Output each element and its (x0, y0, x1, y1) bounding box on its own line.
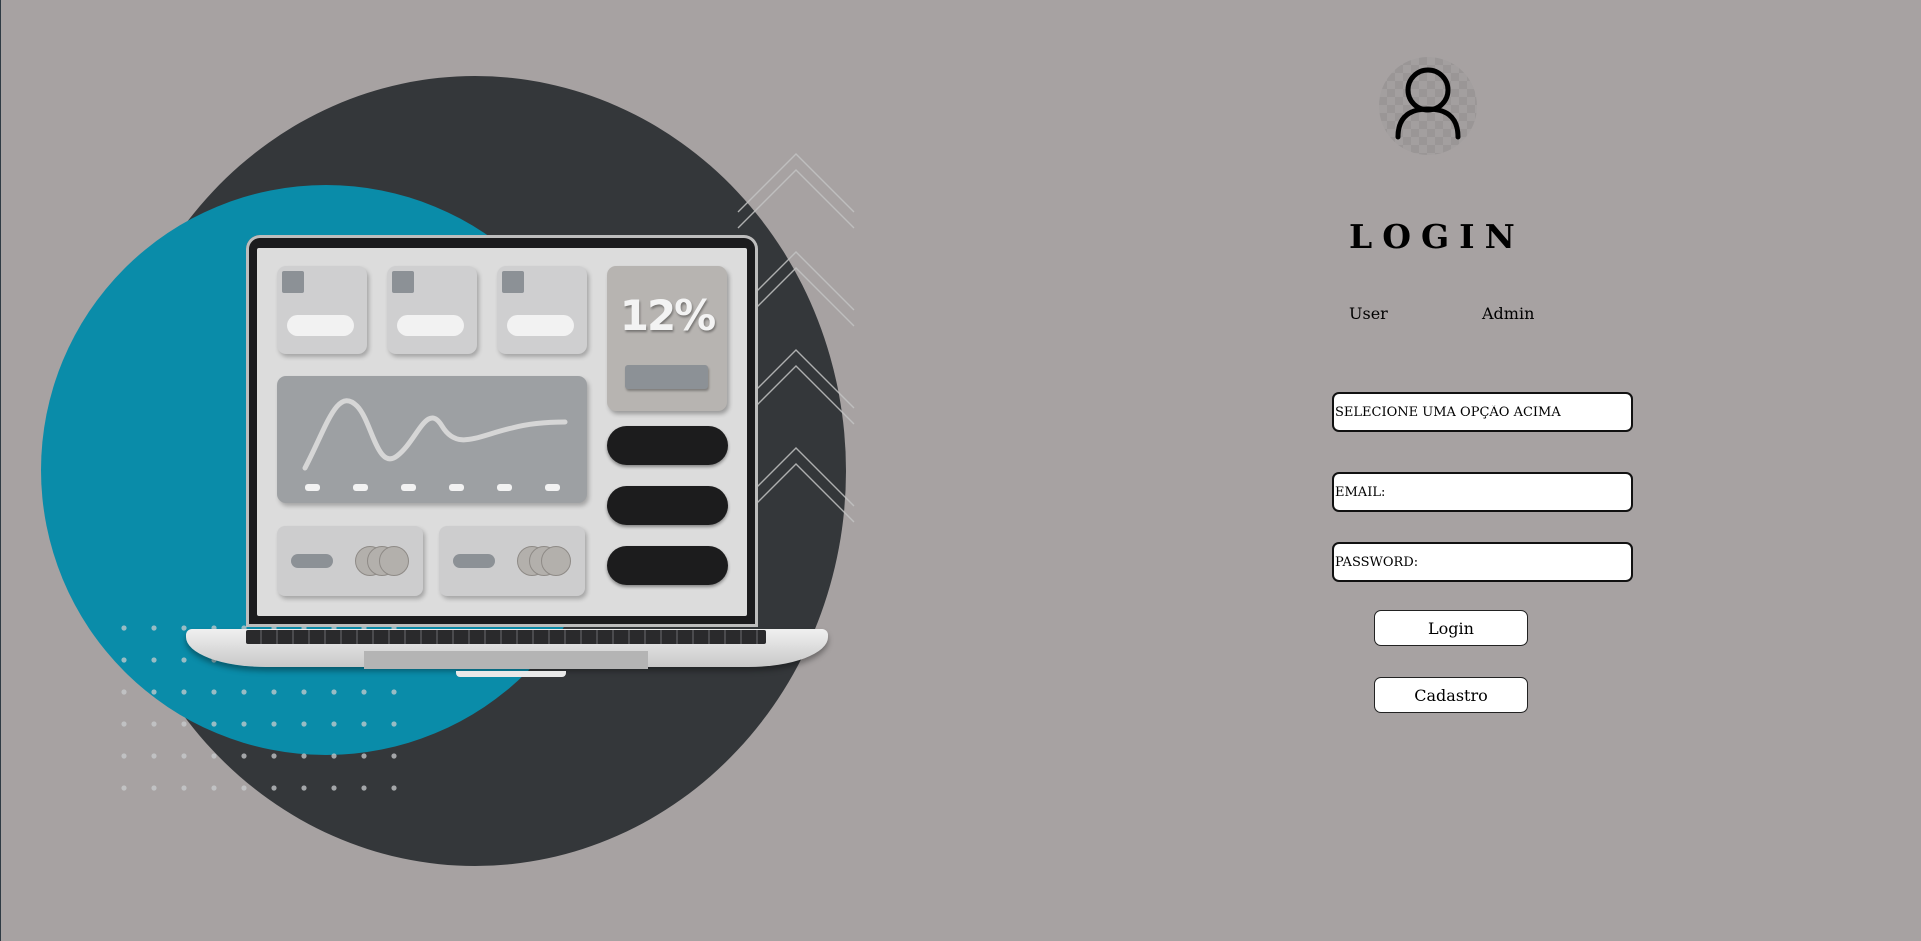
password-field[interactable] (1332, 542, 1633, 582)
role-option-user[interactable]: User (1349, 304, 1388, 323)
chart-tile (277, 376, 587, 503)
dark-pill (607, 546, 728, 585)
laptop-notch (456, 671, 566, 677)
user-icon (1395, 67, 1461, 140)
percent-tile: 12% (607, 266, 727, 411)
laptop-image: 12% (186, 235, 828, 690)
dashboard-tile (277, 266, 367, 354)
laptop-keyboard (246, 630, 766, 644)
laptop-trackpad (364, 651, 648, 669)
login-button[interactable]: Login (1374, 610, 1528, 646)
percent-value: 12% (619, 291, 717, 340)
email-field[interactable] (1332, 472, 1633, 512)
dark-pill (607, 426, 728, 465)
role-option-admin[interactable]: Admin (1482, 304, 1534, 323)
dashboard-tile (497, 266, 587, 354)
user-avatar (1379, 57, 1477, 155)
dashboard-tile (387, 266, 477, 354)
login-title: LOGIN (1349, 217, 1525, 256)
register-button[interactable]: Cadastro (1374, 677, 1528, 713)
dark-pill (607, 486, 728, 525)
hero-illustration: 12% (0, 0, 900, 941)
bottom-tile (439, 526, 585, 596)
role-selection-field[interactable] (1332, 392, 1633, 432)
laptop-screen: 12% (257, 248, 747, 616)
bottom-tile (277, 526, 423, 596)
